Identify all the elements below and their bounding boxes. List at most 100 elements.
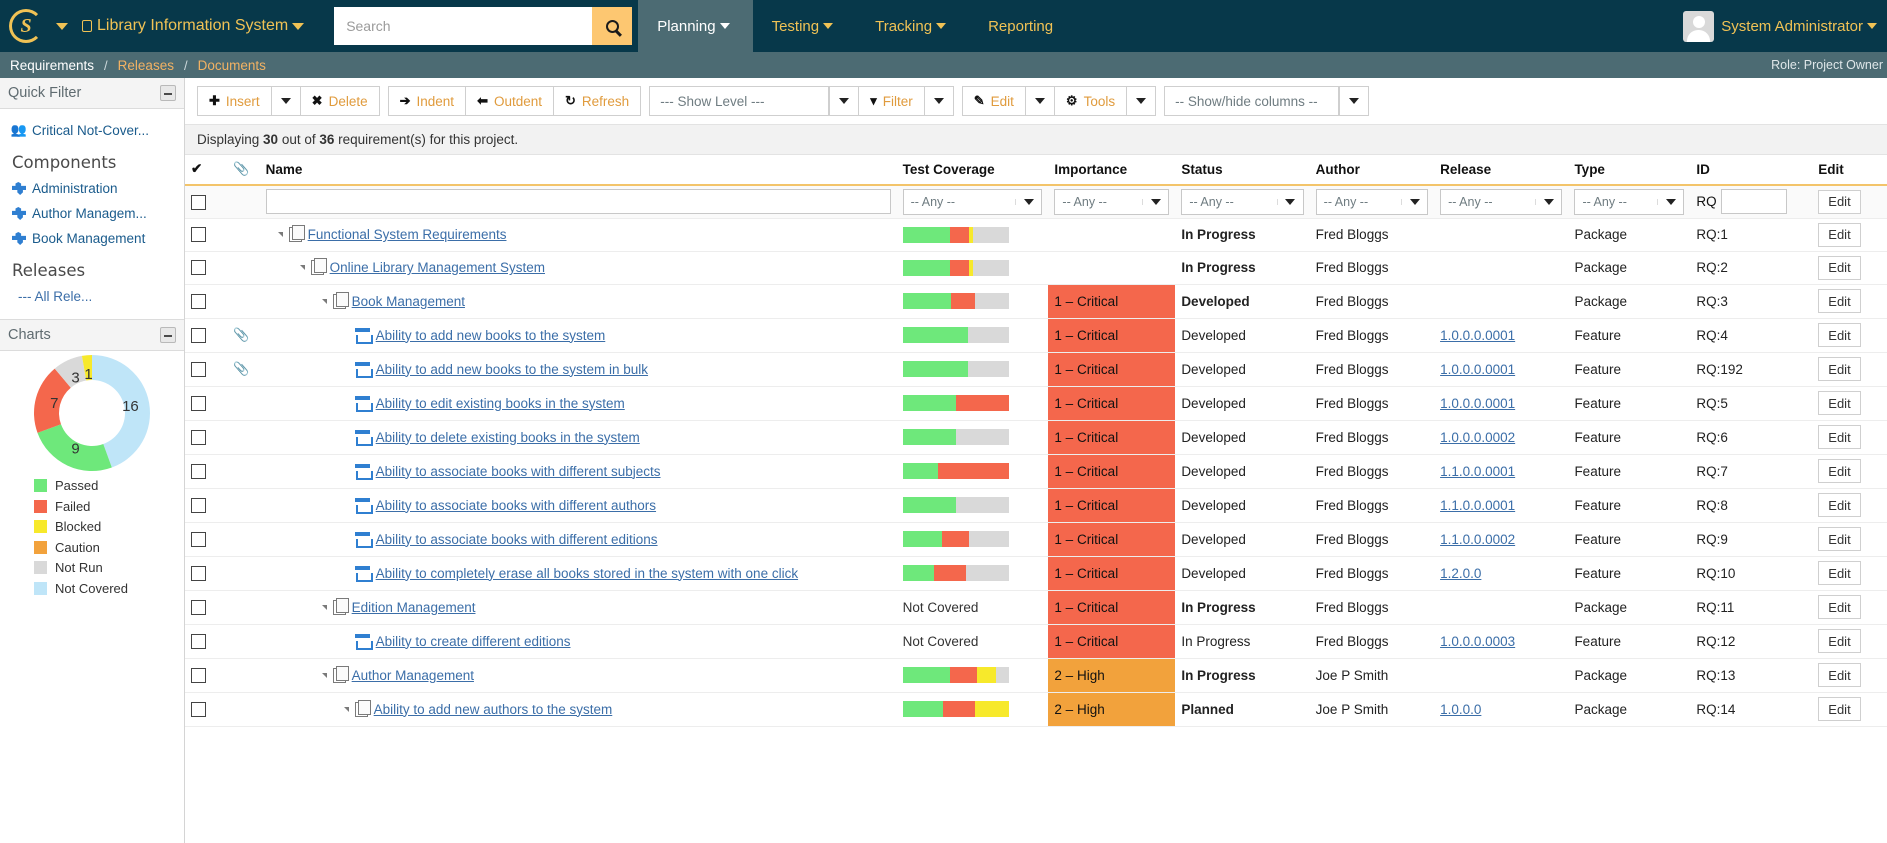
- delete-button[interactable]: ✖ Delete: [300, 86, 380, 116]
- filter-release-select[interactable]: -- Any --: [1440, 188, 1563, 215]
- table-row[interactable]: Ability to delete existing books in the …: [185, 420, 1887, 455]
- row-checkbox[interactable]: [191, 327, 206, 343]
- filter-status-select[interactable]: -- Any --: [1181, 188, 1304, 215]
- filter-id-input[interactable]: [1720, 189, 1787, 215]
- filter-type-select[interactable]: -- Any --: [1574, 188, 1685, 215]
- expand-collapse-icon[interactable]: [321, 604, 327, 610]
- table-row[interactable]: Author Management 2 – High In Progress Joe …: [185, 658, 1887, 693]
- filter-author-select[interactable]: -- Any --: [1315, 188, 1429, 215]
- insert-button[interactable]: ✚ Insert: [197, 86, 272, 116]
- row-checkbox[interactable]: [191, 395, 206, 411]
- row-name-link[interactable]: Ability to add new authors to the system: [374, 702, 613, 717]
- tools-button[interactable]: ⚙ Tools: [1054, 86, 1128, 116]
- release-link[interactable]: 1.0.0.0: [1440, 702, 1481, 717]
- table-row[interactable]: Functional System Requirements In Progres…: [185, 218, 1887, 252]
- filter-test-coverage-select[interactable]: -- Any --: [902, 188, 1043, 215]
- header-name[interactable]: Name: [259, 155, 897, 186]
- paperclip-icon[interactable]: 📎: [233, 361, 249, 377]
- show-level-select[interactable]: --- Show Level ---: [649, 86, 830, 116]
- row-name-link[interactable]: Ability to associate books with differen…: [376, 464, 661, 479]
- header-release[interactable]: Release: [1434, 155, 1569, 186]
- row-checkbox[interactable]: [191, 531, 206, 547]
- release-link[interactable]: 1.0.0.0.0001: [1440, 328, 1515, 343]
- release-link[interactable]: 1.1.0.0.0002: [1440, 532, 1515, 547]
- insert-dropdown-button[interactable]: [271, 86, 301, 116]
- logo-dropdown-caret-icon[interactable]: [56, 22, 68, 30]
- edit-dropdown-button[interactable]: [1025, 86, 1055, 116]
- row-edit-button[interactable]: Edit: [1818, 323, 1861, 347]
- header-type[interactable]: Type: [1568, 155, 1691, 186]
- table-row[interactable]: Ability to completely erase all books st…: [185, 556, 1887, 591]
- legend-item[interactable]: Passed: [34, 478, 184, 493]
- table-row[interactable]: Ability to add new authors to the system…: [185, 692, 1887, 727]
- release-link[interactable]: 1.2.0.0: [1440, 566, 1481, 581]
- menu-item-testing[interactable]: Testing: [753, 0, 857, 52]
- row-edit-button[interactable]: Edit: [1818, 595, 1861, 619]
- breadcrumb-item-documents[interactable]: Documents: [198, 58, 266, 73]
- row-name-link[interactable]: Ability to associate books with differen…: [376, 532, 658, 547]
- legend-item[interactable]: Not Covered: [34, 581, 184, 596]
- search-button[interactable]: [592, 7, 633, 45]
- sidebar-item-author-management[interactable]: Author Managem...: [0, 201, 184, 226]
- header-author[interactable]: Author: [1309, 155, 1435, 186]
- show-hide-columns-select[interactable]: -- Show/hide columns --: [1164, 86, 1340, 116]
- release-link[interactable]: 1.0.0.0.0001: [1440, 362, 1515, 377]
- product-dropdown-caret-icon[interactable]: [292, 22, 305, 30]
- menu-item-tracking[interactable]: Tracking: [856, 0, 969, 52]
- table-row[interactable]: Book Management 1 – Critical Developed Fred…: [185, 284, 1887, 319]
- show-hide-columns-dropdown-button[interactable]: [1339, 86, 1370, 116]
- release-link[interactable]: 1.0.0.0.0002: [1440, 430, 1515, 445]
- row-edit-button[interactable]: Edit: [1818, 255, 1861, 280]
- row-checkbox[interactable]: [191, 293, 206, 309]
- filter-name-input[interactable]: [265, 189, 891, 215]
- sidebar-item-critical-not-covered[interactable]: 👥 Critical Not-Cover...: [0, 117, 184, 143]
- row-checkbox[interactable]: [191, 633, 206, 649]
- table-row[interactable]: Ability to edit existing books in the sy…: [185, 386, 1887, 421]
- header-select-all[interactable]: ✔: [185, 155, 228, 186]
- row-checkbox[interactable]: [191, 667, 206, 683]
- row-edit-button[interactable]: Edit: [1818, 425, 1861, 449]
- row-edit-button[interactable]: Edit: [1818, 527, 1861, 551]
- row-checkbox[interactable]: [191, 463, 206, 479]
- filter-dropdown-button[interactable]: [924, 86, 954, 116]
- filter-importance-select[interactable]: -- Any --: [1054, 188, 1170, 215]
- table-row[interactable]: Ability to associate books with differen…: [185, 488, 1887, 523]
- table-row[interactable]: Edition Management Not Covered 1 – Critica…: [185, 590, 1887, 625]
- refresh-button[interactable]: ↻ Refresh: [554, 86, 642, 116]
- release-link[interactable]: 1.0.0.0.0001: [1440, 396, 1515, 411]
- expand-collapse-icon[interactable]: [321, 672, 327, 678]
- row-name-link[interactable]: Ability to completely erase all books st…: [376, 566, 798, 581]
- expand-collapse-icon[interactable]: [277, 232, 283, 237]
- show-level-dropdown-button[interactable]: [829, 86, 860, 116]
- release-link[interactable]: 1.1.0.0.0001: [1440, 464, 1515, 479]
- row-edit-button[interactable]: Edit: [1818, 459, 1861, 483]
- expand-collapse-icon[interactable]: [343, 706, 349, 712]
- row-name-link[interactable]: Author Management: [352, 668, 474, 683]
- table-row[interactable]: Ability to associate books with differen…: [185, 454, 1887, 489]
- row-edit-button[interactable]: Edit: [1818, 289, 1861, 313]
- row-edit-button[interactable]: Edit: [1818, 663, 1861, 687]
- sidebar-item-all-releases[interactable]: --- All Rele...: [0, 284, 184, 309]
- user-dropdown-caret-icon[interactable]: [1867, 23, 1877, 29]
- release-link[interactable]: 1.1.0.0.0001: [1440, 498, 1515, 513]
- row-checkbox[interactable]: [191, 565, 206, 581]
- row-name-link[interactable]: Online Library Management System: [330, 260, 545, 275]
- row-edit-button[interactable]: Edit: [1818, 697, 1861, 721]
- row-checkbox[interactable]: [191, 361, 206, 377]
- row-name-link[interactable]: Book Management: [352, 294, 465, 309]
- product-selector[interactable]: Library Information System: [82, 17, 308, 35]
- header-importance[interactable]: Importance: [1048, 155, 1176, 186]
- row-edit-button[interactable]: Edit: [1818, 222, 1861, 247]
- app-logo[interactable]: S: [0, 9, 52, 43]
- row-checkbox[interactable]: [191, 227, 206, 243]
- expand-collapse-icon[interactable]: [299, 265, 305, 270]
- table-row[interactable]: Online Library Management System In Progr…: [185, 251, 1887, 285]
- row-name-link[interactable]: Functional System Requirements: [308, 227, 507, 242]
- legend-item[interactable]: Blocked: [34, 519, 184, 534]
- legend-item[interactable]: Not Run: [34, 560, 184, 575]
- table-row[interactable]: Ability to associate books with differen…: [185, 522, 1887, 557]
- row-checkbox[interactable]: [191, 429, 206, 445]
- row-edit-button[interactable]: Edit: [1818, 391, 1861, 415]
- edit-button[interactable]: ✎ Edit: [961, 86, 1026, 116]
- outdent-button[interactable]: ⬅ Outdent: [466, 86, 555, 116]
